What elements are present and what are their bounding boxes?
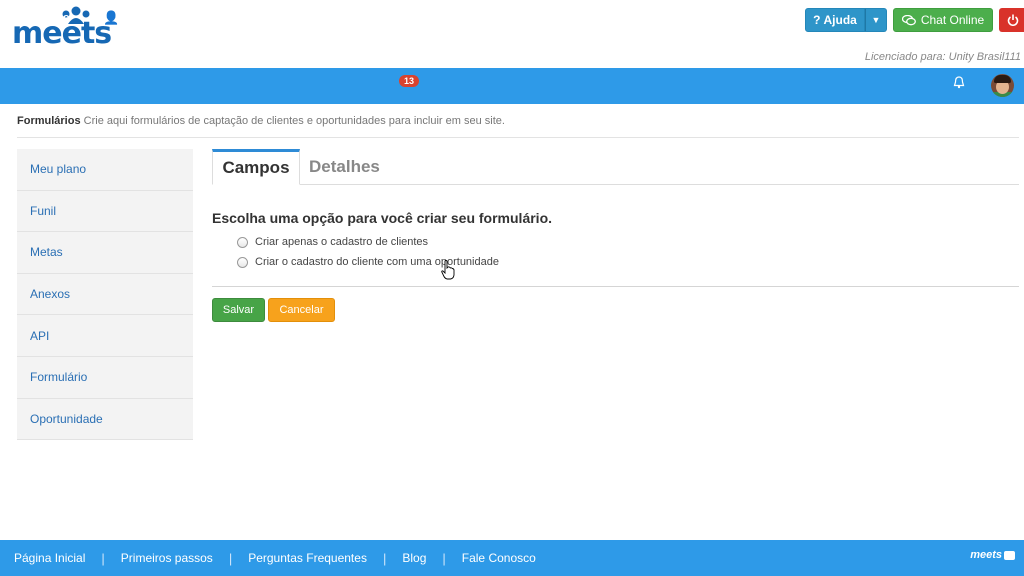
option-clients-only[interactable]: Criar apenas o cadastro de clientes [237, 236, 428, 248]
option-label: Criar o cadastro do cliente com uma opor… [255, 256, 499, 268]
sidebar-item-oportunidade[interactable]: Oportunidade [17, 399, 193, 441]
footer: Página Inicial | Primeiros passos | Perg… [0, 540, 1024, 576]
save-button[interactable]: Salvar [212, 298, 265, 322]
sidebar-item-meu-plano[interactable]: Meu plano [17, 149, 193, 191]
tab-campos[interactable]: Campos [212, 149, 300, 185]
chat-online-button[interactable]: Chat Online [893, 8, 993, 32]
footer-link-pagina-inicial[interactable]: Página Inicial [14, 551, 85, 565]
caret-down-icon: ▼ [610, 13, 619, 23]
chat-label: Chat Online [920, 13, 985, 27]
footer-logo: meets [970, 549, 1015, 561]
nav-label: Cadastros [124, 12, 178, 24]
nav-label: Oportunidades [226, 12, 305, 24]
gear-icon: ⚙ [644, 10, 656, 25]
footer-logo-text: meets [970, 549, 1002, 561]
hand-cursor-icon [441, 260, 455, 280]
page-description: Crie aqui formulários de captação de cli… [83, 115, 505, 127]
cancel-button[interactable]: Cancelar [268, 298, 335, 322]
footer-link-primeiros-passos[interactable]: Primeiros passos [121, 551, 213, 565]
nav-item-cadastros[interactable]: 👤 Cadastros ▼ [103, 0, 193, 36]
home-icon: ⌂ [28, 10, 36, 26]
footer-link-fale-conosco[interactable]: Fale Conosco [462, 551, 536, 565]
nav-item-inicio[interactable]: ⌂ Início [28, 0, 70, 36]
tab-detalhes[interactable]: Detalhes [309, 149, 380, 185]
reports-icon: ◕ [537, 10, 545, 26]
power-icon [1007, 14, 1019, 26]
nav-item-atividades[interactable]: ☑ Atividades [327, 0, 399, 36]
separator: | [382, 550, 387, 566]
nav-item-agenda[interactable]: ▦ Agenda [453, 0, 511, 36]
sidebar-item-anexos[interactable]: Anexos [17, 274, 193, 316]
nav-label: Atividades [343, 12, 400, 24]
sidebar-item-formulario[interactable]: Formulário [17, 357, 193, 399]
star-icon: ★ [210, 10, 222, 25]
caret-down-icon: ▼ [184, 13, 193, 23]
settings-sidebar: Meu plano Funil Metas Anexos API Formulá… [17, 149, 193, 441]
sidebar-item-funil[interactable]: Funil [17, 191, 193, 233]
help-button[interactable]: ? Ajuda [805, 8, 865, 32]
option-client-with-opportunity[interactable]: Criar o cadastro do cliente com uma opor… [237, 256, 499, 268]
divider [17, 137, 1019, 138]
sidebar-item-api[interactable]: API [17, 315, 193, 357]
nav-item-relatorios[interactable]: ◕ Relatórios ▼ [537, 0, 619, 36]
logout-button[interactable] [999, 8, 1024, 32]
chat-bubble-icon [1004, 550, 1015, 560]
radio-button[interactable] [237, 256, 248, 268]
option-label: Criar apenas o cadastro de clientes [255, 236, 429, 248]
form-question: Escolha uma opção para você criar seu fo… [212, 210, 553, 226]
divider [212, 286, 1019, 287]
separator: | [101, 550, 105, 566]
license-text: Licenciado para: Unity Brasil111 [864, 51, 1021, 63]
nav-label: Início [40, 12, 70, 24]
nav-label: Agenda [470, 12, 511, 24]
help-label: Ajuda [823, 13, 857, 27]
checkbox-icon: ☑ [327, 10, 339, 25]
calendar-icon: ▦ [453, 10, 466, 25]
caret-down-icon: ▼ [871, 15, 881, 25]
activities-count-badge: 13 [399, 75, 420, 87]
user-plus-icon: 👤 [103, 10, 120, 25]
nav-item-configuracoes[interactable]: ⚙ Configurações [644, 0, 738, 36]
separator: | [442, 550, 446, 566]
nav-label: Relatórios [549, 12, 604, 24]
help-dropdown-button[interactable]: ▼ [865, 8, 887, 32]
nav-item-oportunidades[interactable]: ★ Oportunidades [210, 0, 305, 36]
nav-label: Configurações [660, 12, 738, 24]
notifications-bell-icon[interactable] [953, 76, 965, 92]
sidebar-item-metas[interactable]: Metas [17, 232, 193, 274]
chat-icon [901, 14, 916, 25]
footer-link-perguntas-frequentes[interactable]: Perguntas Frequentes [248, 551, 367, 565]
footer-link-blog[interactable]: Blog [402, 551, 426, 565]
question-icon: ? [813, 13, 821, 27]
page-title: Formulários [17, 115, 81, 127]
radio-button[interactable] [237, 236, 248, 248]
main-navbar [0, 68, 1024, 104]
separator: | [228, 550, 233, 566]
page-heading: Formulários Crie aqui formulários de cap… [17, 115, 505, 127]
user-avatar[interactable] [991, 74, 1014, 97]
